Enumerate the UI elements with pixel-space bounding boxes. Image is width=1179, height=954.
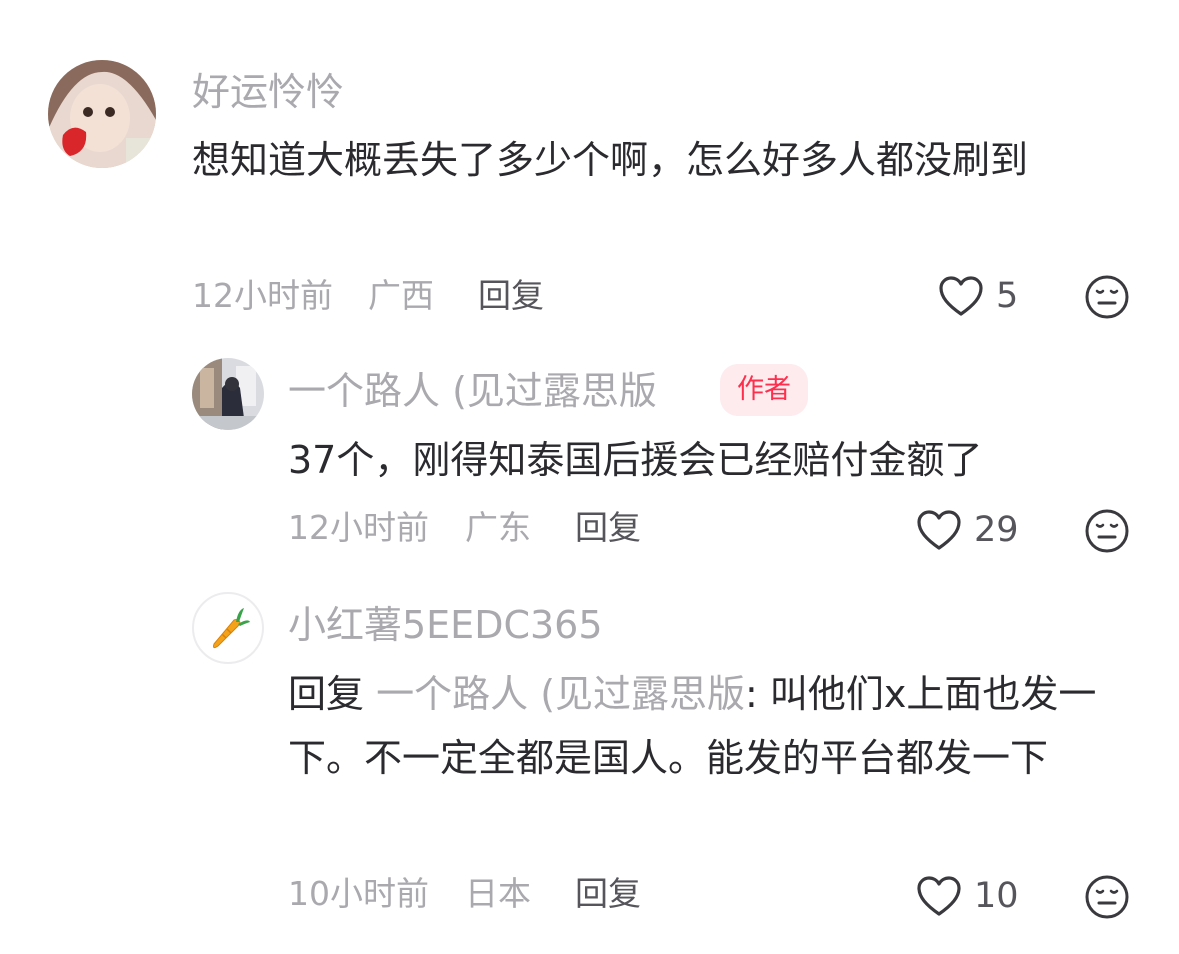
avatar[interactable]: [192, 358, 264, 430]
avatar-image: [48, 60, 156, 168]
heart-outline-icon: [939, 276, 983, 316]
comment-location: 广西: [368, 276, 434, 315]
dislike-button[interactable]: [1084, 874, 1130, 924]
comment-time: 12小时前: [192, 276, 333, 315]
dislike-button[interactable]: [1084, 508, 1130, 558]
neutral-face-icon: [1085, 875, 1129, 919]
neutral-face-icon: [1085, 509, 1129, 553]
reply-time: 10小时前: [288, 874, 429, 913]
reply-username[interactable]: 一个路人 (见过露思版: [288, 367, 657, 415]
comment-username[interactable]: 好运怜怜: [192, 68, 344, 116]
neutral-face-icon: [1085, 275, 1129, 319]
like-count: 10: [974, 876, 1019, 916]
like-button[interactable]: 5: [938, 274, 1018, 318]
avatar[interactable]: [192, 592, 264, 664]
comment-text: 想知道大概丢失了多少个啊，怎么好多人都没刷到: [192, 138, 1029, 182]
like-count: 5: [996, 276, 1019, 316]
reply-location: 日本: [465, 874, 531, 913]
reply-button[interactable]: 回复: [478, 274, 544, 318]
author-badge: 作者: [720, 364, 808, 416]
reply-username[interactable]: 小红薯5EEDC365: [288, 601, 603, 649]
reply-location: 广东: [465, 508, 531, 547]
like-button[interactable]: 29: [916, 508, 1019, 552]
dislike-button[interactable]: [1084, 274, 1130, 324]
heart-outline-icon: [917, 510, 961, 550]
reply-button[interactable]: 回复: [575, 506, 641, 550]
avatar[interactable]: [48, 60, 156, 168]
reply-text: 回复 一个路人 (见过露思版: 叫他们x上面也发一下。不一定全都是国人。能发的平…: [288, 662, 1128, 790]
avatar-image: [192, 358, 264, 430]
reply-time: 12小时前: [288, 508, 429, 547]
carrot-icon: [213, 608, 250, 649]
heart-outline-icon: [917, 876, 961, 916]
reply-prefix: 回复: [288, 672, 365, 716]
reply-to-user[interactable]: 一个路人 (见过露思版: [376, 672, 745, 716]
like-button[interactable]: 10: [916, 874, 1019, 918]
like-count: 29: [974, 510, 1019, 550]
reply-text: 37个，刚得知泰国后援会已经赔付金额了: [288, 438, 983, 482]
reply-button[interactable]: 回复: [575, 872, 641, 916]
